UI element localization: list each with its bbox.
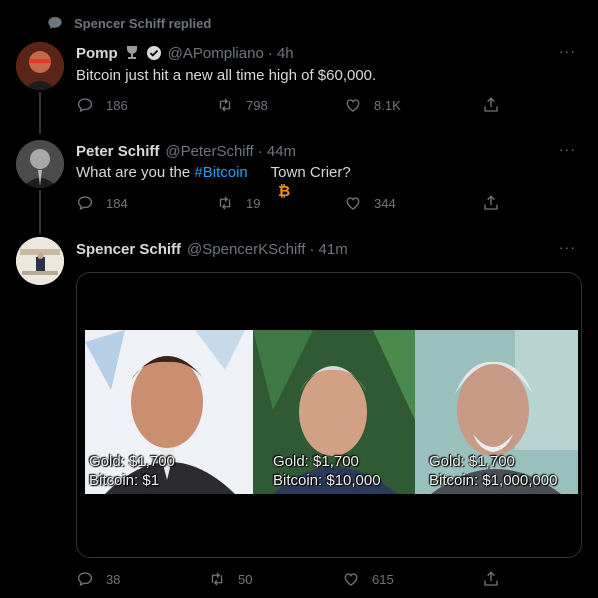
bitcoin-caption: Bitcoin: $1 [89,472,160,489]
gold-caption: Gold: $1,700 [89,453,175,470]
like-count: 8.1K [374,97,401,113]
verified-icon [146,45,162,61]
retweet-count: 50 [238,571,253,587]
share-button[interactable] [482,194,500,212]
thread-line [39,190,41,234]
retweet-icon [219,98,231,112]
reply-count: 186 [106,97,128,113]
like-button[interactable]: 8.1K [344,96,401,114]
retweet-button[interactable]: 50 [208,570,252,588]
retweet-button[interactable]: 19 [216,194,260,212]
meme-panel: Gold: $1,700 Bitcoin: $1 [85,330,253,494]
reply-icon [77,572,93,587]
author-handle[interactable]: @SpencerKSchiff [187,241,305,258]
heart-icon [346,99,360,112]
svg-text:₿: ₿ [278,182,290,198]
replied-label: Spencer Schiff replied [74,15,212,31]
meme-image[interactable]: Gold: $1,700 Bitcoin: $1 Gold: $1,700 Bi… [85,330,578,494]
share-icon [484,97,498,112]
tweet-text: Bitcoin just hit a new all time high of … [76,67,377,84]
retweet-icon [219,196,231,210]
share-icon [484,195,498,210]
author-name[interactable]: Spencer Schiff [76,241,181,258]
thread-line [39,92,41,134]
reply-button[interactable]: 186 [76,96,128,114]
timestamp[interactable]: · 41m [309,241,347,258]
author-name[interactable]: Peter Schiff [76,143,159,160]
share-button[interactable] [482,96,500,114]
reply-count: 184 [106,195,128,211]
tweet-text-part: Town Crier? [266,164,351,181]
author-name[interactable]: Pomp [76,45,118,62]
replied-context: Spencer Schiff replied [46,13,211,33]
retweet-count: 798 [246,97,268,113]
author-handle[interactable]: @PeterSchiff [165,143,253,160]
more-options-button[interactable]: ··· [559,239,576,255]
like-button[interactable]: 615 [342,570,394,588]
tweet-media[interactable]: Gold: $1,700 Bitcoin: $1 Gold: $1,700 Bi… [76,272,582,558]
bitcoin-icon: ₿ [252,165,290,200]
avatar[interactable] [16,237,64,285]
avatar[interactable] [16,140,64,188]
reply-button[interactable]: 38 [76,570,120,588]
trophy-icon [124,45,140,61]
reply-icon [77,98,93,113]
timestamp[interactable]: · 4h [268,45,294,62]
heart-icon [344,573,358,586]
meme-panel: Gold: $1,700 Bitcoin: $1,000,000 [415,330,578,494]
timestamp[interactable]: · 44m [258,143,296,160]
gold-caption: Gold: $1,700 [429,453,515,470]
more-options-button[interactable]: ··· [559,43,576,59]
like-count: 615 [372,571,394,587]
author-handle[interactable]: @APompliano [168,45,264,62]
like-button[interactable]: 344 [344,194,396,212]
share-icon [484,571,498,586]
share-button[interactable] [482,570,500,588]
bitcoin-caption: Bitcoin: $10,000 [273,472,381,489]
meme-panel: Gold: $1,700 Bitcoin: $10,000 [253,330,415,494]
speech-bubble-icon [46,15,64,31]
hashtag-link[interactable]: #Bitcoin [194,164,247,181]
avatar[interactable] [16,42,64,90]
bitcoin-caption: Bitcoin: $1,000,000 [429,472,558,489]
retweet-icon [211,572,223,586]
like-count: 344 [374,195,396,211]
more-options-button[interactable]: ··· [559,141,576,157]
reply-icon [77,196,93,211]
retweet-count: 19 [246,195,261,211]
tweet-text-part: What are you the [76,164,195,181]
reply-button[interactable]: 184 [76,194,128,212]
retweet-button[interactable]: 798 [216,96,268,114]
gold-caption: Gold: $1,700 [273,453,359,470]
tweet-text: What are you the #Bitcoin ₿ Town Crier? [76,164,351,200]
reply-count: 38 [106,571,121,587]
heart-icon [346,197,360,210]
